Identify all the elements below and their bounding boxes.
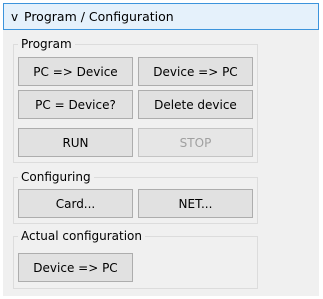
compare-pc-device-button[interactable]: PC = Device?: [18, 90, 133, 119]
run-button[interactable]: RUN: [18, 128, 133, 157]
program-group-legend: Program: [21, 37, 72, 51]
panel-title: Program / Configuration: [24, 9, 174, 24]
panel-header[interactable]: v Program / Configuration: [3, 3, 319, 30]
program-configuration-panel: v Program / Configuration Program PC => …: [3, 3, 319, 296]
actual-device-to-pc-button[interactable]: Device => PC: [18, 253, 133, 282]
actual-configuration-group-legend: Actual configuration: [21, 229, 143, 243]
stop-button: STOP: [138, 128, 253, 157]
chevron-down-icon[interactable]: v: [11, 10, 21, 24]
card-button[interactable]: Card...: [18, 189, 133, 218]
delete-device-button[interactable]: Delete device: [138, 90, 253, 119]
configuring-group-legend: Configuring: [21, 170, 91, 184]
net-button[interactable]: NET...: [138, 189, 253, 218]
pc-to-device-button[interactable]: PC => Device: [18, 57, 133, 86]
device-to-pc-button[interactable]: Device => PC: [138, 57, 253, 86]
